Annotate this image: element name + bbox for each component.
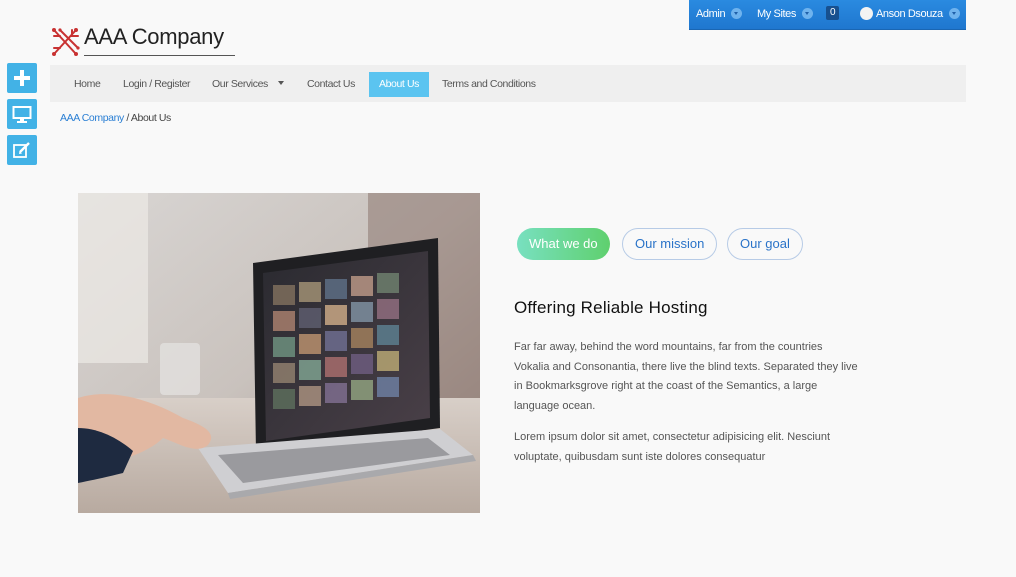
nav-item-login-register[interactable]: Login / Register — [113, 72, 200, 97]
notification-counter[interactable]: 0 — [826, 0, 840, 28]
breadcrumb-current: About Us — [130, 112, 171, 124]
user-menu[interactable]: Anson Dsouza — [860, 0, 960, 28]
chevron-down-icon — [731, 7, 743, 19]
nav-item-our-services[interactable]: Our Services — [202, 72, 294, 97]
nav-item-about-us[interactable]: About Us — [369, 72, 429, 97]
my-sites-label: My Sites — [757, 8, 796, 20]
user-name: Anson Dsouza — [876, 8, 943, 20]
nav-item-terms-and-conditions[interactable]: Terms and Conditions — [432, 72, 546, 97]
circuit-logo-icon — [52, 28, 80, 56]
edit-button[interactable] — [7, 135, 37, 165]
logo-text: AAA Company — [84, 24, 224, 49]
add-button[interactable] — [7, 63, 37, 93]
plus-icon — [14, 70, 30, 86]
tab-our-mission[interactable]: Our mission — [622, 228, 718, 260]
edit-icon — [13, 142, 30, 158]
nav-item-home[interactable]: Home — [64, 72, 110, 97]
breadcrumb-separator: / — [126, 112, 129, 124]
tab-what-we-do[interactable]: What we do — [517, 228, 610, 260]
admin-menu-label: Admin — [696, 8, 726, 20]
breadcrumb: AAA Company / About Us — [60, 112, 171, 124]
admin-menu[interactable]: Admin — [696, 0, 743, 28]
chevron-down-icon — [801, 7, 813, 19]
section-heading: Offering Reliable Hosting — [514, 298, 708, 317]
logo-underline — [84, 55, 235, 56]
chevron-down-icon — [948, 7, 960, 19]
my-sites-menu[interactable]: My Sites — [757, 0, 813, 28]
desktop-icon — [12, 106, 32, 123]
nav-item-our-services-label: Our Services — [212, 78, 268, 90]
description-paragraph-2: Lorem ipsum dolor sit amet, consectetur … — [514, 431, 831, 463]
main-navigation: Home Login / Register Our Services Conta… — [50, 65, 966, 102]
laptop-photo — [78, 193, 480, 513]
notification-count-badge: 0 — [826, 6, 840, 21]
breadcrumb-home-link[interactable]: AAA Company — [60, 112, 124, 124]
avatar — [860, 6, 873, 20]
nav-item-contact-us[interactable]: Contact Us — [297, 72, 365, 97]
admin-toolbar: Admin My Sites 0 Anson Dsouza — [689, 0, 966, 30]
preview-button[interactable] — [7, 99, 37, 129]
caret-down-icon — [277, 81, 284, 86]
description-paragraph-1: Far far away, behind the word mountains,… — [514, 341, 858, 412]
tab-our-goal[interactable]: Our goal — [727, 228, 803, 260]
